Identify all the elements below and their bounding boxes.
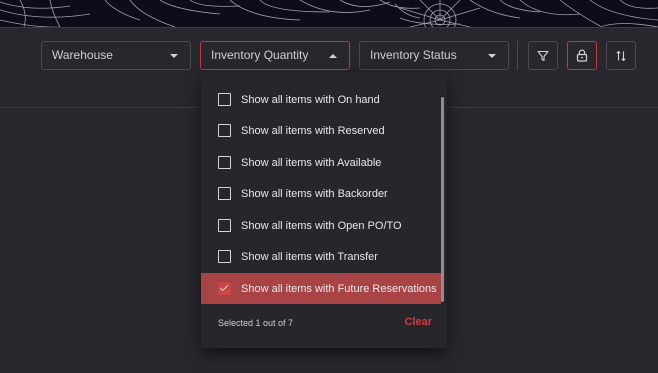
option-label: Show all items with Future Reservations xyxy=(241,282,437,295)
inventory-quantity-dropdown: Show all items with On hand Show all ite… xyxy=(201,72,447,348)
dropdown-scrollbar[interactable] xyxy=(441,97,444,302)
option-transfer[interactable]: Show all items with Transfer xyxy=(201,241,441,272)
checkbox-icon[interactable] xyxy=(218,93,231,106)
option-label: Show all items with Reserved xyxy=(241,124,385,137)
option-label: Show all items with Open PO/TO xyxy=(241,219,402,232)
chevron-up-icon xyxy=(329,54,337,58)
option-on-hand[interactable]: Show all items with On hand xyxy=(201,84,441,115)
checkbox-icon[interactable] xyxy=(218,187,231,200)
option-reserved[interactable]: Show all items with Reserved xyxy=(201,115,441,146)
option-label: Show all items with Available xyxy=(241,156,382,169)
option-open-po-to[interactable]: Show all items with Open PO/TO xyxy=(201,210,441,241)
checkbox-icon[interactable] xyxy=(218,156,231,169)
option-label: Show all items with Transfer xyxy=(241,250,378,263)
warehouse-select[interactable]: Warehouse xyxy=(41,41,191,70)
sort-button[interactable] xyxy=(606,41,636,70)
checkbox-icon[interactable] xyxy=(218,250,231,263)
option-label: Show all items with Backorder xyxy=(241,187,388,200)
option-label: Show all items with On hand xyxy=(241,93,380,106)
inventory-quantity-select-label: Inventory Quantity xyxy=(211,48,309,62)
inventory-status-select-label: Inventory Status xyxy=(370,48,457,62)
sort-icon xyxy=(616,50,626,61)
toolbar-separator xyxy=(517,41,518,70)
lock-button[interactable] xyxy=(567,41,597,70)
selection-count: Selected 1 out of 7 xyxy=(218,318,294,328)
option-future-reservations[interactable]: Show all items with Future Reservations xyxy=(201,273,441,304)
chevron-down-icon xyxy=(170,54,178,58)
filter-button[interactable] xyxy=(528,41,558,70)
checkbox-checked-icon[interactable] xyxy=(218,282,231,295)
warehouse-select-label: Warehouse xyxy=(52,48,113,62)
option-available[interactable]: Show all items with Available xyxy=(201,147,441,178)
checkbox-icon[interactable] xyxy=(218,219,231,232)
clear-button[interactable]: Clear xyxy=(404,316,432,328)
inventory-status-select[interactable]: Inventory Status xyxy=(359,41,509,70)
filter-icon xyxy=(537,50,549,61)
checkbox-icon[interactable] xyxy=(218,124,231,137)
chevron-down-icon xyxy=(488,54,496,58)
inventory-quantity-select[interactable]: Inventory Quantity xyxy=(200,41,350,70)
option-backorder[interactable]: Show all items with Backorder xyxy=(201,178,441,209)
lock-icon xyxy=(576,49,588,62)
